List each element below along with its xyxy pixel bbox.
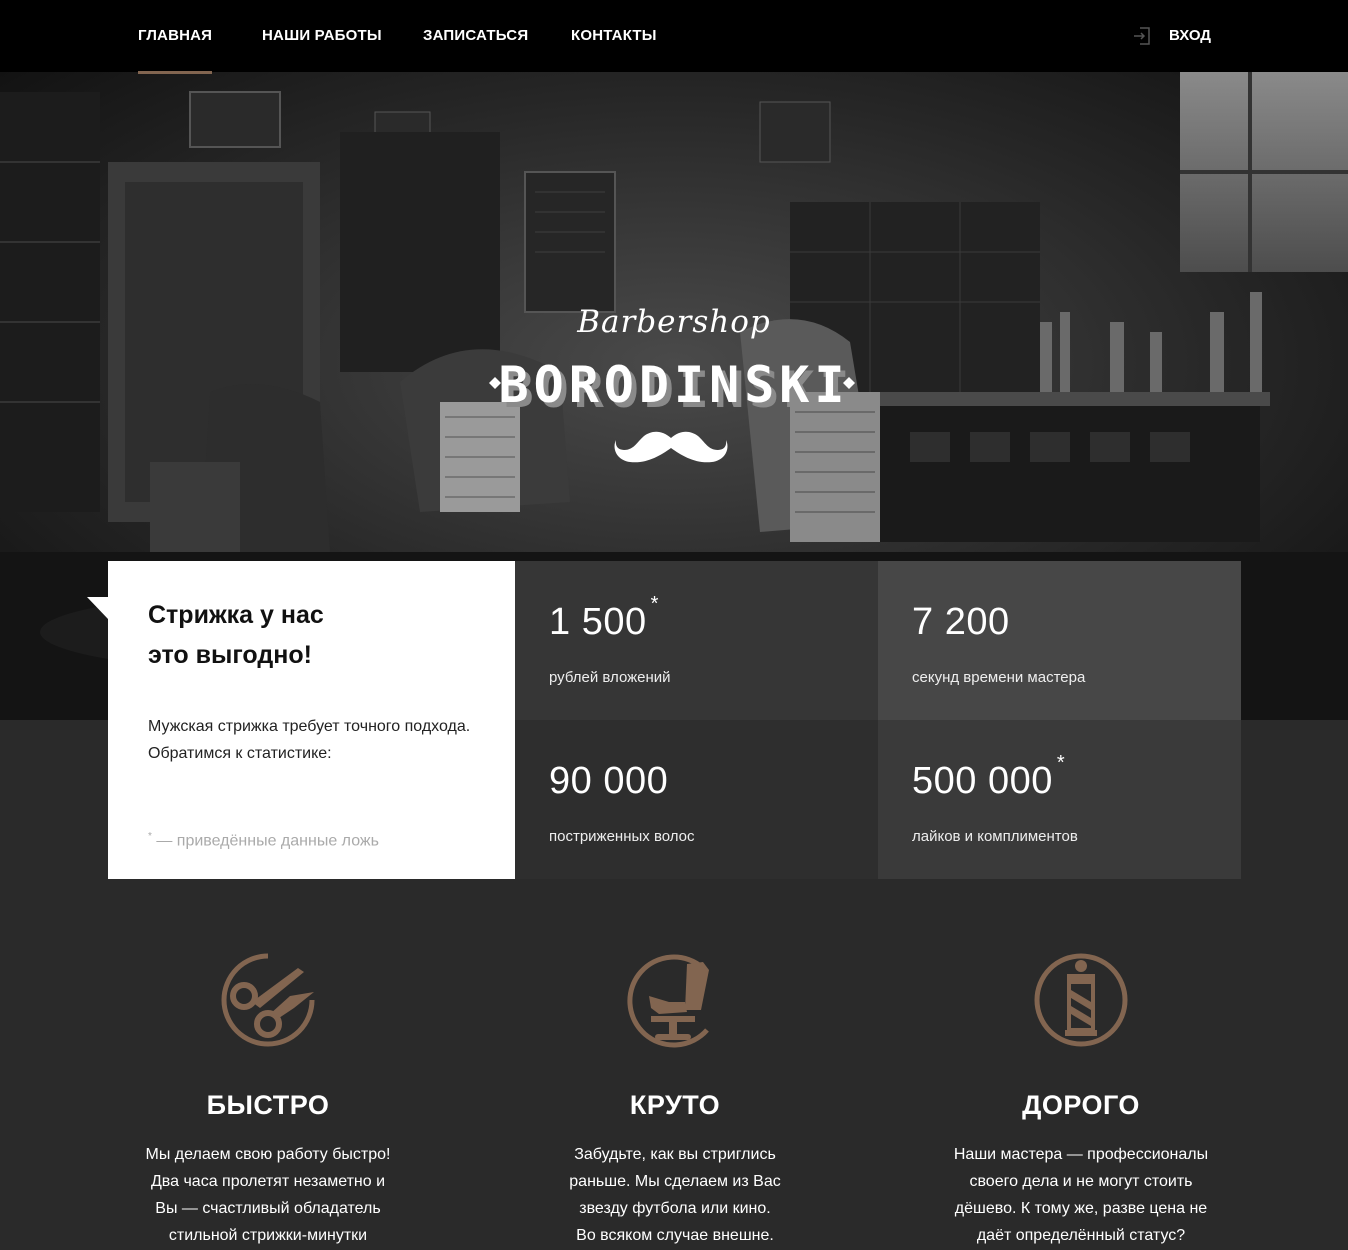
- stat-value: 1 500 *: [549, 593, 659, 643]
- promo-title-line: Стрижка у нас: [148, 601, 324, 629]
- feature-text: Наши мастера — профессионалы своего дела…: [953, 1146, 1209, 1244]
- stat-value: 90 000: [549, 760, 669, 802]
- promo-title-line: это выгодно!: [148, 641, 312, 669]
- stat-card: 7 200 секунд времени мастера: [878, 561, 1241, 720]
- feature-text: Забудьте, как вы стриглись раньше. Мы сд…: [569, 1146, 781, 1244]
- feature-title: КРУТО: [629, 1090, 721, 1120]
- login-link[interactable]: ВХОД: [1133, 0, 1211, 72]
- login-label: ВХОД: [1168, 27, 1211, 44]
- feature-title: БЫСТРО: [206, 1090, 330, 1120]
- stat-card: 90 000 постриженных волос: [515, 720, 878, 879]
- stat-value: 500 000 *: [912, 752, 1066, 802]
- nav-item-works[interactable]: НАШИ РАБОТЫ: [262, 0, 382, 72]
- footnote-star: *: [148, 831, 152, 842]
- promo-card-tab: [87, 597, 108, 619]
- scissors-icon: [221, 953, 315, 1047]
- nav-item-contacts[interactable]: КОНТАКТЫ: [571, 0, 657, 72]
- barber-chair-icon: [627, 954, 709, 1048]
- feature-title: ДОРОГО: [1022, 1090, 1140, 1120]
- promo-title: Стрижка у нас это выгодно!: [148, 595, 488, 675]
- feature-fast: БЫСТРО Мы делаем свою работу быстро! Два…: [108, 950, 428, 1249]
- promo-text-line: Мужская стрижка требует точного подхода.: [148, 718, 471, 735]
- stat-card: 500 000 * лайков и комплиментов: [878, 720, 1241, 879]
- stat-label: секунд времени мастера: [912, 669, 1086, 686]
- main-nav: ГЛАВНАЯ НАШИ РАБОТЫ ЗАПИСАТЬСЯ КОНТАКТЫ …: [0, 0, 1348, 74]
- footnote-text: — приведённые данные ложь: [156, 832, 379, 850]
- stat-label: рублей вложений: [549, 669, 671, 686]
- barber-pole-icon: [1034, 953, 1128, 1047]
- stat-card: 1 500 * рублей вложений: [515, 561, 878, 720]
- stat-star: *: [650, 593, 659, 616]
- stat-value: 7 200: [912, 601, 1010, 643]
- promo-footnote: * — приведённые данные ложь: [148, 831, 488, 850]
- stat-label: постриженных волос: [549, 828, 695, 845]
- promo-card: Стрижка у нас это выгодно! Мужская стриж…: [87, 561, 515, 879]
- promo-text-line: Обратимся к статистике:: [148, 745, 332, 762]
- feature-expensive: ДОРОГО Наши мастера — профессионалы свое…: [921, 950, 1241, 1249]
- promo-text: Мужская стрижка требует точного подхода.…: [148, 713, 488, 767]
- feature-cool: КРУТО Забудьте, как вы стриглись раньше.…: [515, 950, 835, 1249]
- nav-item-booking[interactable]: ЗАПИСАТЬСЯ: [423, 0, 528, 72]
- feature-text: Мы делаем свою работу быстро! Два часа п…: [145, 1146, 391, 1244]
- stat-star: *: [1056, 752, 1066, 775]
- login-icon: [1133, 27, 1150, 45]
- stat-label: лайков и комплиментов: [912, 828, 1078, 845]
- nav-item-home[interactable]: ГЛАВНАЯ: [138, 0, 213, 74]
